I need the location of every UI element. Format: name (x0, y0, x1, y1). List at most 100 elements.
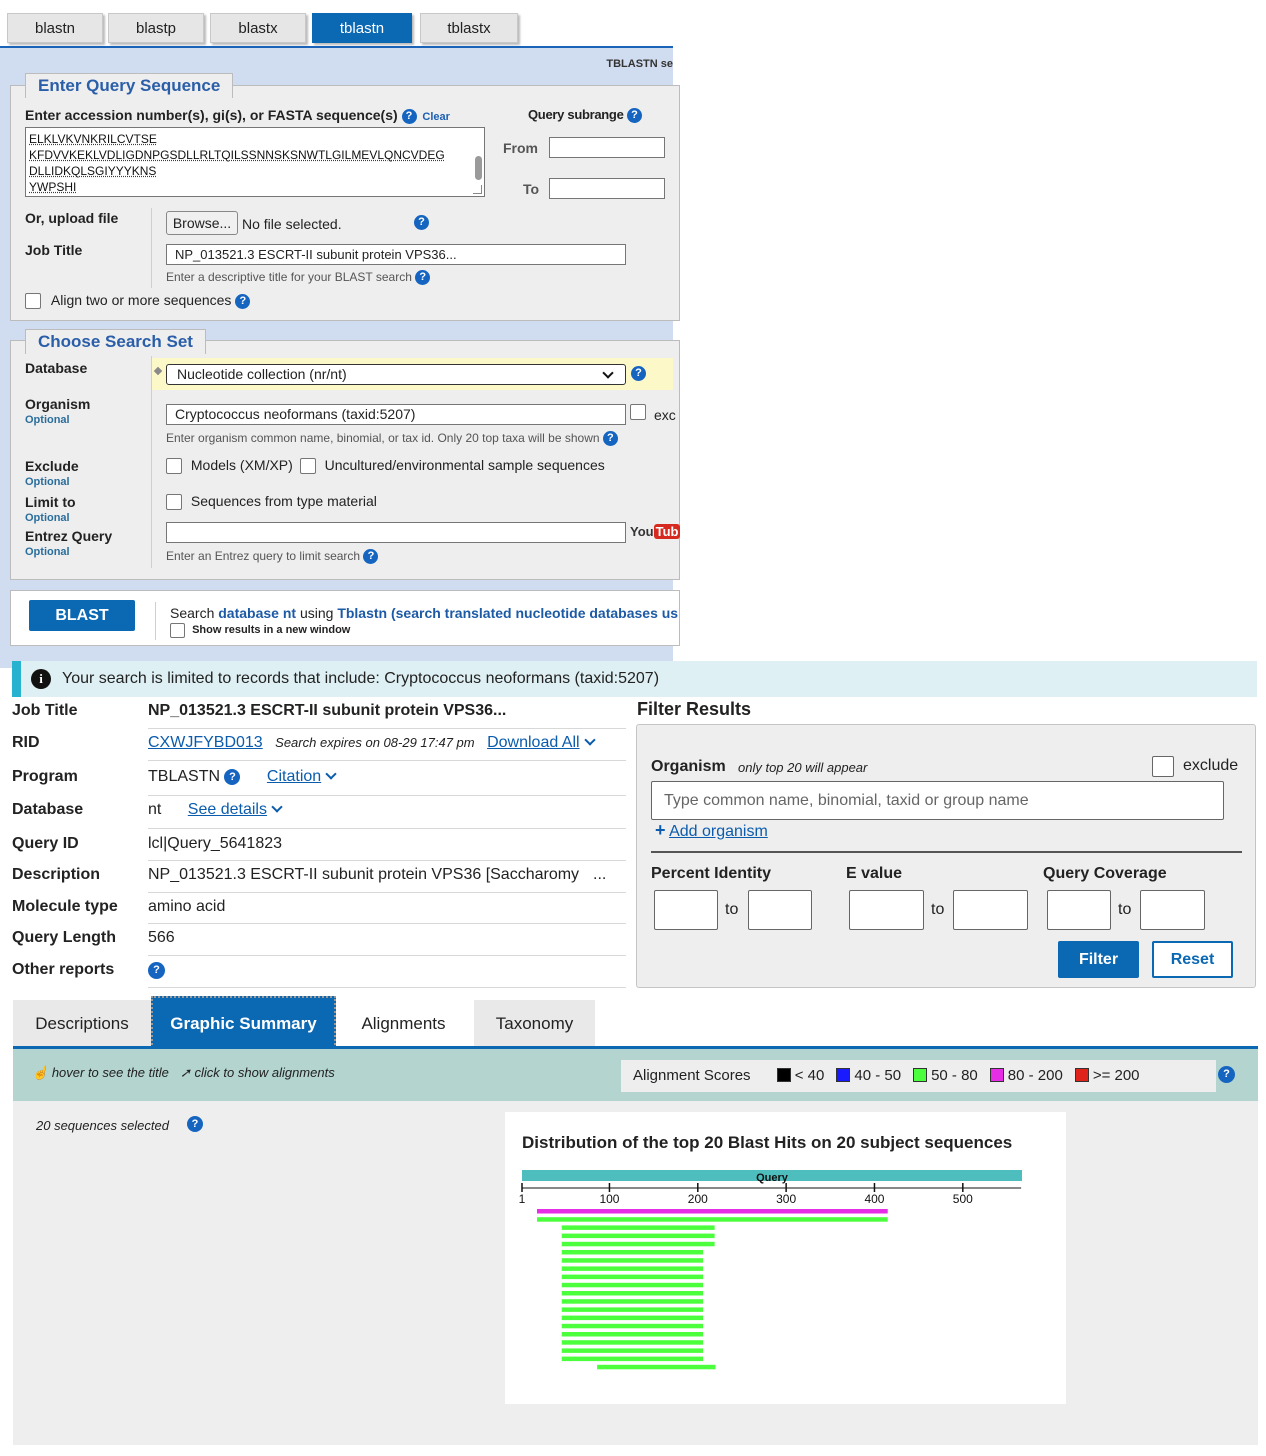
help-icon[interactable]: ? (415, 270, 431, 286)
upload-label: Or, upload file (25, 210, 119, 226)
tab-taxonomy[interactable]: Taxonomy (474, 1000, 595, 1048)
chevron-down-icon (602, 367, 614, 379)
new-window-checkbox[interactable] (170, 623, 185, 638)
help-icon[interactable]: ? (187, 1116, 203, 1132)
tab-tblastx[interactable]: tblastx (420, 13, 518, 43)
browse-button[interactable]: Browse... (166, 211, 238, 235)
score-bin-label: 40 - 50 (854, 1067, 902, 1084)
job-title-value: NP_013521.3 ESCRT-II subunit protein VPS… (148, 702, 507, 719)
align-two-checkbox[interactable] (25, 293, 41, 310)
molecule-value: amino acid (148, 898, 226, 915)
from-input[interactable] (549, 137, 665, 158)
see-details-link[interactable]: See details (188, 801, 267, 818)
job-title-input[interactable]: NP_013521.3 ESCRT-II subunit protein VPS… (166, 244, 626, 265)
score-swatch (989, 1068, 1004, 1082)
tab-graphic-summary[interactable]: Graphic Summary (151, 996, 336, 1048)
help-icon[interactable]: ? (1218, 1066, 1235, 1083)
citation-link[interactable]: Citation (267, 768, 321, 785)
resize-handle[interactable] (473, 185, 482, 194)
job-title-label: Job Title (25, 242, 83, 258)
filter-exclude-checkbox[interactable] (1152, 756, 1174, 777)
clear-link[interactable]: Clear (422, 111, 450, 123)
help-icon[interactable]: ? (235, 293, 251, 309)
hit-bar (561, 1348, 704, 1353)
filter-button[interactable]: Filter (1058, 941, 1139, 978)
organism-input[interactable]: Cryptococcus neoformans (taxid:5207) (166, 404, 626, 425)
row-divider (148, 955, 626, 956)
blast-button[interactable]: BLAST (29, 600, 135, 631)
help-icon[interactable]: ? (414, 215, 429, 230)
e-value-label: E value (846, 865, 903, 882)
query-textarea[interactable]: ELKLVKVNKRILCVTSE KFDVVKEKLVDLIGDNPGSDLL… (25, 127, 485, 197)
tab-alignments[interactable]: Alignments (336, 1000, 471, 1048)
exclude-uncultured-checkbox[interactable] (299, 458, 316, 475)
row-divider (148, 795, 626, 796)
query-id-value: lcl|Query_5641823 (148, 835, 283, 852)
scores-label: Alignment Scores (633, 1067, 751, 1084)
rid-link[interactable]: CXWJFYBD013 (148, 734, 263, 751)
database-label: Database (12, 801, 84, 818)
score-bin: < 40 (776, 1067, 824, 1084)
reset-button[interactable]: Reset (1152, 941, 1233, 978)
limit-type-row: Sequences from type material (166, 493, 377, 511)
to-label: to (1118, 901, 1132, 918)
tick-label: 100 (599, 1192, 619, 1206)
organism-exclude-checkbox[interactable] (630, 404, 646, 420)
help-icon[interactable]: ? (148, 962, 165, 979)
exclude-label: Exclude (25, 458, 79, 474)
entrez-optional: Optional (25, 546, 70, 558)
hits-chart[interactable]: Distribution of the top 20 Blast Hits on… (505, 1112, 1066, 1404)
new-window-row: Show results in a new window (170, 623, 350, 638)
hit-bar (561, 1332, 704, 1337)
organism-optional: Optional (25, 414, 70, 426)
row-divider (148, 892, 626, 893)
no-file-text: No file selected. (242, 216, 342, 232)
percent-identity-min-input[interactable] (654, 890, 718, 930)
chevron-down-icon (325, 768, 337, 780)
selected-count: 20 sequences selected (36, 1118, 169, 1133)
download-all-link[interactable]: Download All (487, 734, 580, 751)
to-input[interactable] (549, 178, 665, 199)
query-coverage-max-input[interactable] (1140, 890, 1205, 930)
limit-type-checkbox[interactable] (166, 494, 182, 511)
help-icon[interactable]: ? (401, 108, 417, 124)
job-title-label: Job Title (12, 702, 78, 719)
add-organism-link[interactable]: + Add organism (655, 820, 768, 841)
tab-descriptions[interactable]: Descriptions (13, 1000, 151, 1048)
help-icon[interactable]: ? (631, 366, 646, 381)
description-label: Description (12, 866, 101, 883)
database-select[interactable]: Nucleotide collection (nr/nt) (166, 364, 626, 385)
tab-blastn[interactable]: blastn (7, 13, 103, 43)
program-row: TBLASTN ? Citation (148, 768, 337, 786)
help-icon[interactable]: ? (626, 108, 642, 124)
tab-blastx[interactable]: blastx (210, 13, 306, 43)
notice-text: Your search is limited to records that i… (62, 670, 660, 687)
help-icon[interactable]: ? (363, 549, 379, 565)
query-coverage-min-input[interactable] (1047, 890, 1111, 930)
click-hint: ➚ click to show alignments (180, 1065, 335, 1080)
help-icon[interactable]: ? (602, 431, 618, 447)
help-icon[interactable]: ? (224, 768, 241, 785)
e-value-max-input[interactable] (953, 890, 1028, 930)
e-value-min-input[interactable] (849, 890, 924, 930)
plus-icon: + (655, 820, 666, 840)
hit-bar (561, 1241, 715, 1247)
filter-organism-input[interactable]: Type common name, binomial, taxid or gro… (651, 781, 1224, 820)
tab-tblastn[interactable]: tblastn (312, 13, 412, 43)
score-swatch (776, 1068, 791, 1082)
percent-identity-max-input[interactable] (748, 890, 812, 930)
textarea-scrollbar[interactable] (475, 156, 482, 180)
hit-bar (561, 1356, 704, 1362)
hand-pointer-icon: ☝ (32, 1065, 49, 1080)
youtube-icon[interactable]: You Tub (630, 524, 681, 539)
percent-identity-label: Percent Identity (651, 865, 772, 882)
to-label: to (931, 901, 945, 918)
divider (151, 208, 152, 288)
rid-row: CXWJFYBD013 Search expires on 08-29 17:4… (148, 734, 596, 752)
entrez-input[interactable] (166, 522, 626, 543)
exclude-models-checkbox[interactable] (166, 458, 182, 475)
tab-blastp[interactable]: blastp (108, 13, 204, 43)
description-more[interactable]: ... (593, 866, 606, 884)
to-label: To (523, 181, 540, 197)
score-bin: >= 200 (1074, 1067, 1140, 1084)
